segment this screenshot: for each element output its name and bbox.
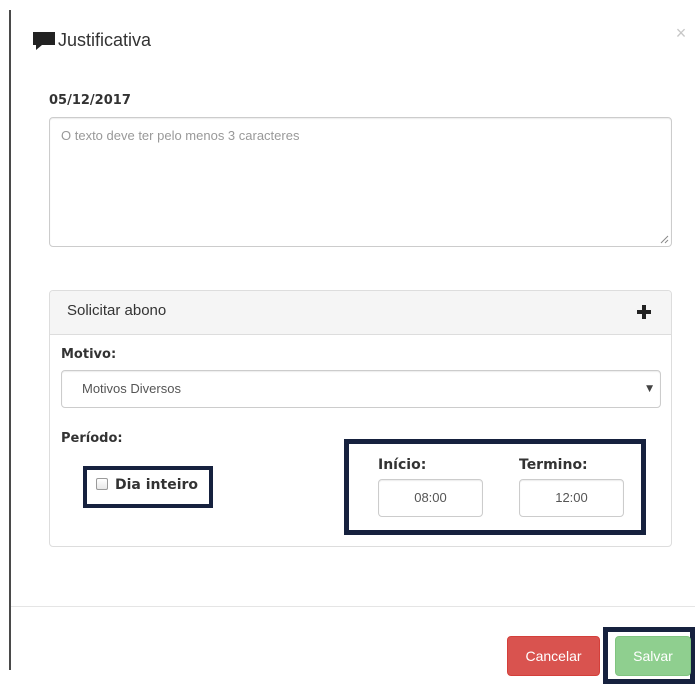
panel-heading[interactable]: Solicitar abono bbox=[50, 291, 671, 335]
resize-grip-icon[interactable] bbox=[660, 235, 669, 244]
justification-date: 05/12/2017 bbox=[49, 93, 131, 108]
inicio-time-input[interactable]: 08:00 bbox=[378, 479, 483, 517]
termino-label: Termino: bbox=[519, 457, 588, 473]
modal-title: Justificativa bbox=[58, 30, 152, 50]
termino-time-input[interactable]: 12:00 bbox=[519, 479, 624, 517]
backdrop-edge bbox=[9, 10, 11, 670]
justification-textarea[interactable] bbox=[49, 117, 672, 247]
motivo-label: Motivo: bbox=[61, 347, 117, 362]
comment-icon bbox=[33, 32, 55, 50]
save-button[interactable]: Salvar bbox=[615, 636, 691, 676]
plus-icon[interactable] bbox=[636, 304, 652, 320]
cancel-button[interactable]: Cancelar bbox=[507, 636, 600, 676]
motivo-select[interactable]: Motivos Diversos ▼ bbox=[61, 370, 661, 408]
modal-header: Justificativa × bbox=[11, 0, 695, 82]
panel-title: Solicitar abono bbox=[67, 302, 167, 319]
dia-inteiro-checkbox[interactable] bbox=[96, 478, 108, 490]
inicio-label: Início: bbox=[378, 457, 427, 473]
chevron-down-icon: ▼ bbox=[646, 384, 653, 394]
dia-inteiro-label[interactable]: Dia inteiro bbox=[115, 476, 198, 494]
footer-divider bbox=[11, 606, 695, 607]
close-icon[interactable]: × bbox=[673, 24, 689, 42]
justificativa-modal: Justificativa × 05/12/2017 Solicitar abo… bbox=[0, 0, 695, 684]
periodo-label: Período: bbox=[61, 431, 123, 446]
motivo-selected-value: Motivos Diversos bbox=[82, 381, 181, 396]
